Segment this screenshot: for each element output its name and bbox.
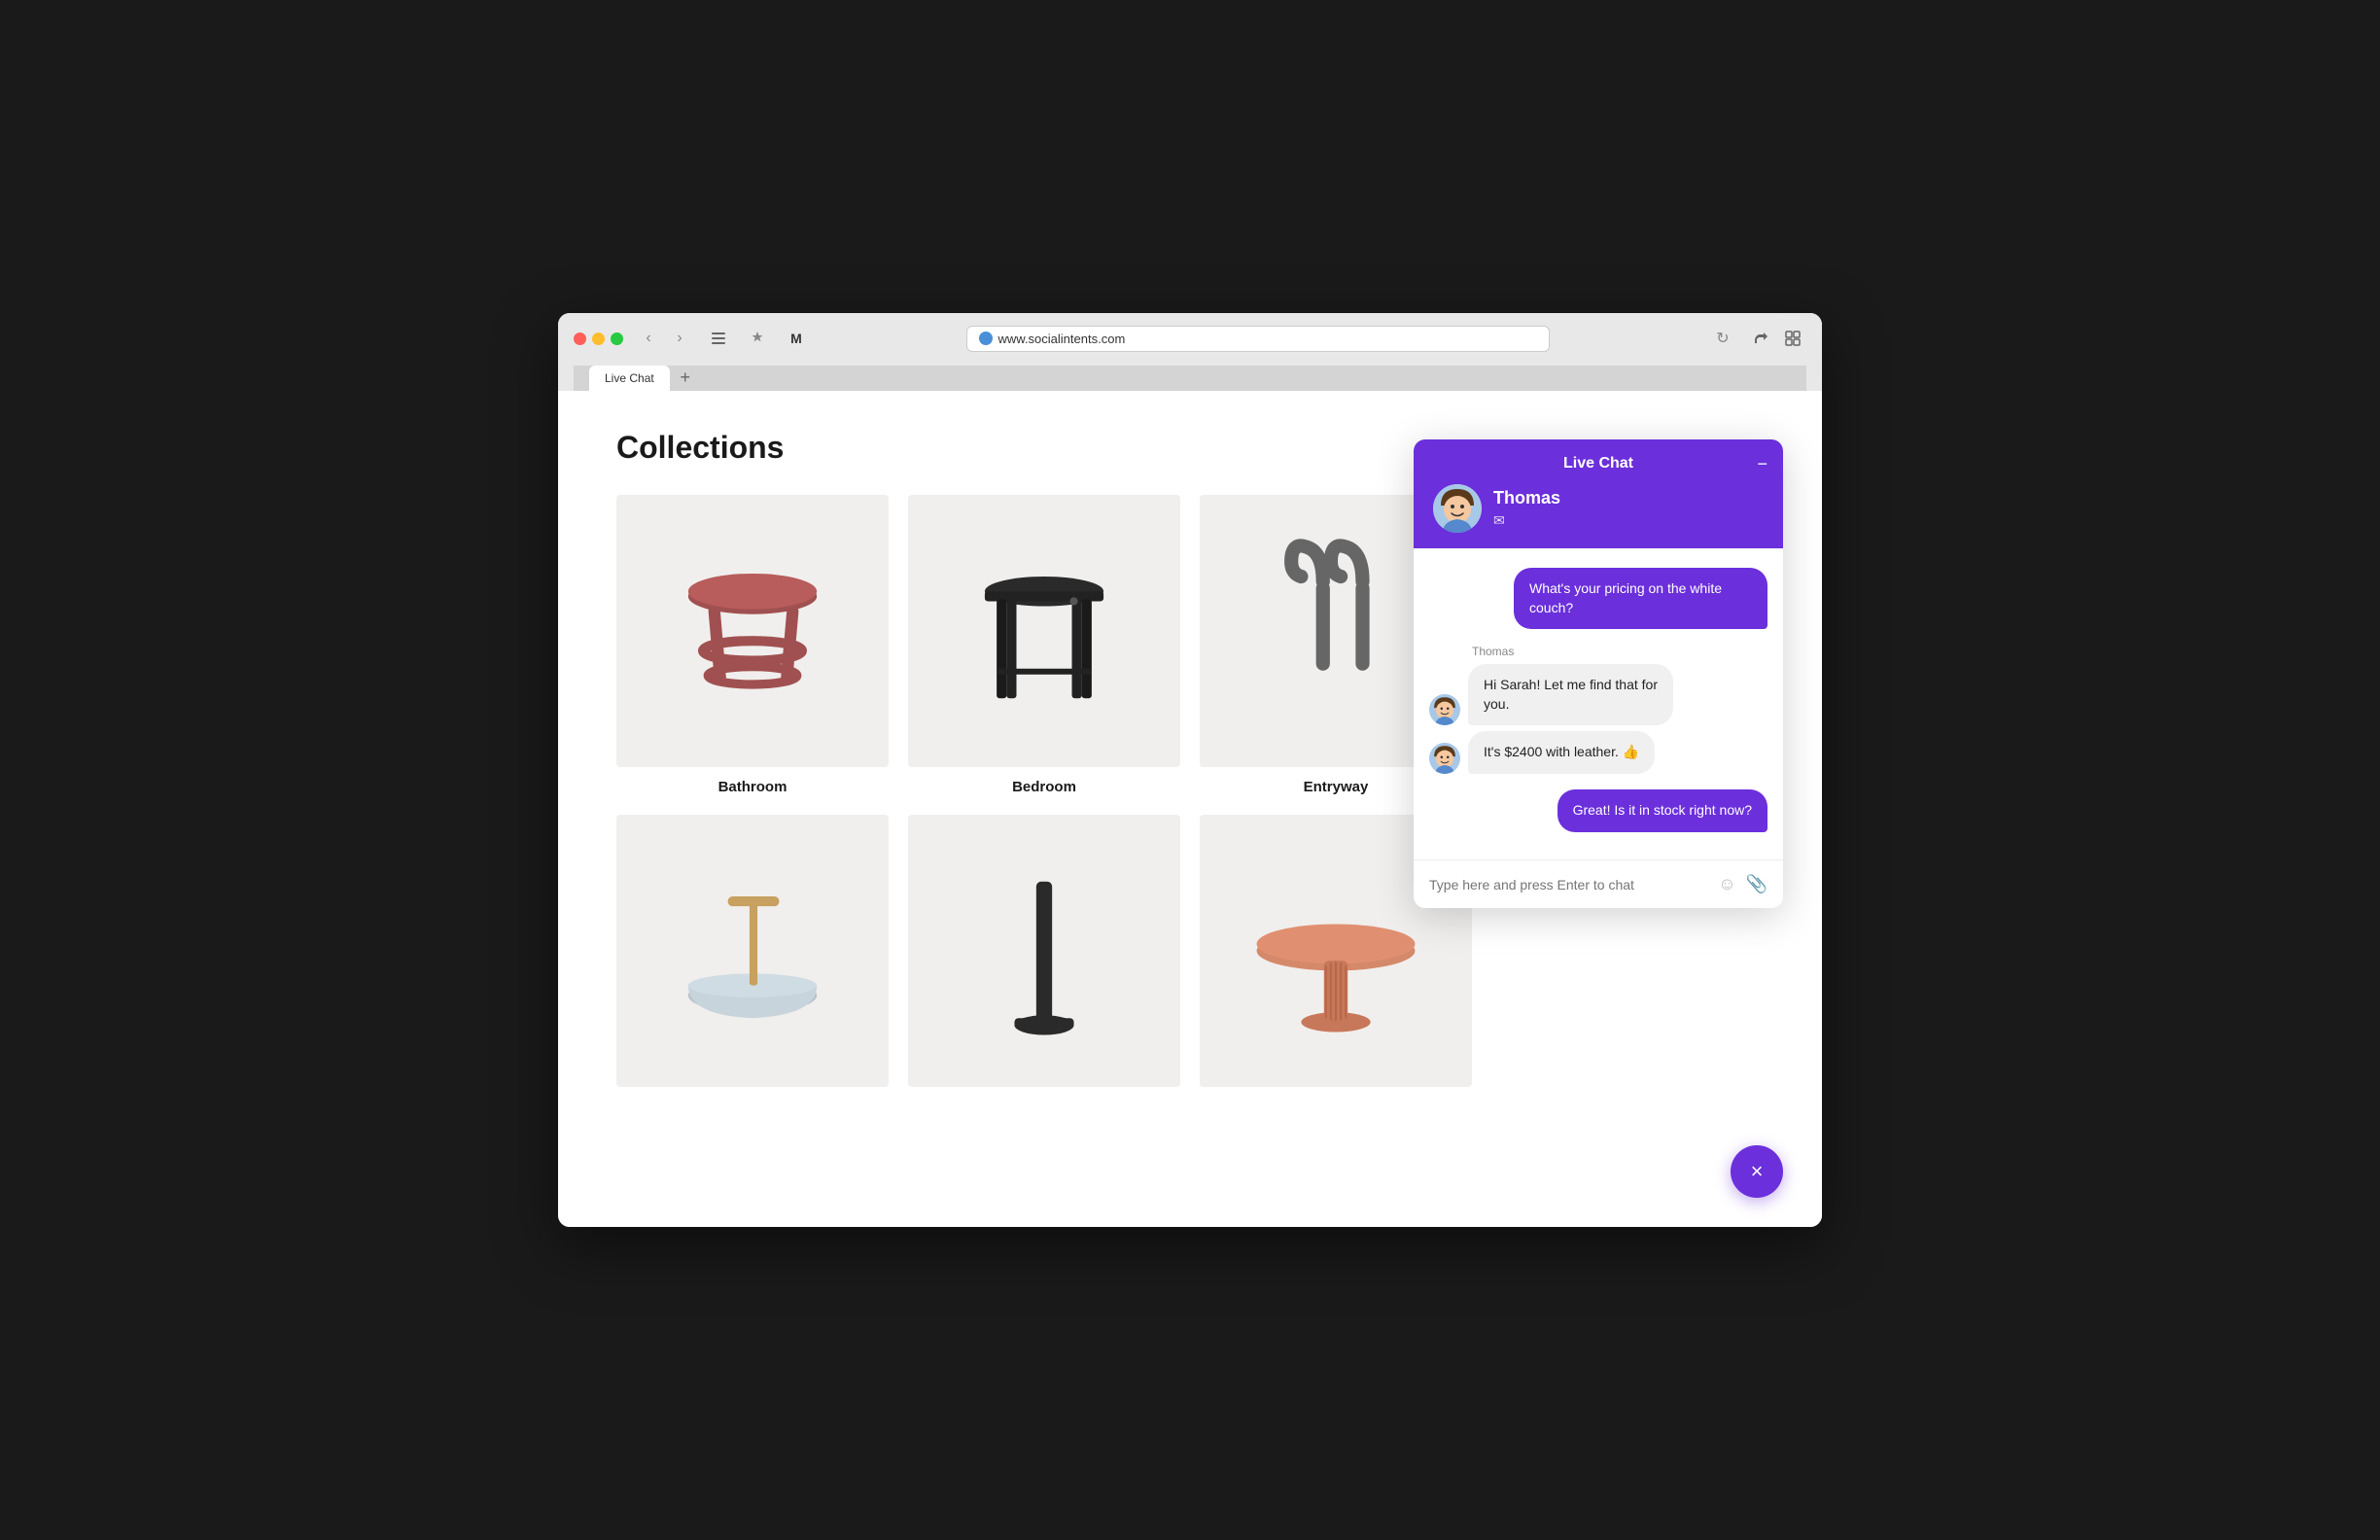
close-button[interactable] — [574, 332, 586, 345]
forward-button[interactable]: › — [666, 325, 693, 352]
product-grid: Bathroom — [616, 495, 1472, 1099]
address-bar[interactable]: www.socialintents.com — [966, 326, 1550, 352]
product-image-bathroom — [616, 495, 889, 767]
chat-title-row: Live Chat − — [1433, 455, 1764, 472]
email-icon: ✉ — [1493, 512, 1560, 529]
product-card-organizer[interactable] — [616, 815, 889, 1099]
back-button[interactable]: ‹ — [635, 325, 662, 352]
message-text: What's your pricing on the white couch? — [1529, 580, 1722, 615]
chat-message-outgoing-1: What's your pricing on the white couch? — [1514, 568, 1768, 629]
agent-name: Thomas — [1493, 488, 1560, 508]
message-text: Great! Is it in stock right now? — [1573, 802, 1752, 818]
chat-agent-row: Thomas ✉ — [1433, 484, 1764, 533]
mini-avatar-1 — [1429, 694, 1460, 725]
traffic-lights — [574, 332, 623, 345]
incoming-with-avatar-1: Hi Sarah! Let me find that for you. — [1429, 664, 1702, 725]
chat-close-button[interactable]: × — [1731, 1145, 1783, 1198]
chat-messages: What's your pricing on the white couch? … — [1414, 548, 1783, 859]
tab-title: Live Chat — [605, 371, 654, 385]
chat-header: Live Chat − — [1414, 439, 1783, 548]
mini-avatar-2 — [1429, 743, 1460, 774]
chat-minimize-button[interactable]: − — [1757, 455, 1768, 472]
m-button[interactable]: M — [783, 325, 810, 352]
chat-incoming-group: Thomas — [1429, 645, 1702, 774]
new-tab-tile-button[interactable] — [1779, 325, 1806, 352]
address-bar-container: www.socialintents.com ↻ — [822, 325, 1736, 352]
minimize-button[interactable] — [592, 332, 605, 345]
chat-message-incoming-2: It's $2400 with leather. 👍 — [1468, 731, 1655, 774]
agent-avatar — [1433, 484, 1482, 533]
globe-icon — [979, 332, 993, 345]
chat-message-outgoing-2: Great! Is it in stock right now? — [1558, 789, 1768, 832]
product-card-pole[interactable] — [908, 815, 1180, 1099]
sidebar-toggle-button[interactable] — [705, 325, 732, 352]
chat-title: Live Chat — [1563, 455, 1633, 472]
attachment-icon[interactable]: 📎 — [1746, 874, 1768, 894]
page-content: Collections — [558, 391, 1822, 1227]
product-name-bathroom: Bathroom — [718, 779, 788, 795]
message-text: It's $2400 with leather. 👍 — [1484, 744, 1639, 759]
toolbar-right — [1748, 325, 1806, 352]
message-text: Hi Sarah! Let me find that for you. — [1484, 677, 1658, 712]
chat-widget: Live Chat − — [1414, 439, 1783, 908]
title-bar: ‹ › M www. — [558, 313, 1822, 391]
tab-bar: Live Chat + — [574, 366, 1806, 391]
incoming-with-avatar-2: It's $2400 with leather. 👍 — [1429, 731, 1702, 774]
product-image-bedroom — [908, 495, 1180, 767]
product-image-pole — [908, 815, 1180, 1087]
chat-input-field[interactable] — [1429, 877, 1708, 892]
agent-info: Thomas ✉ — [1493, 488, 1560, 529]
url-text: www.socialintents.com — [998, 332, 1126, 346]
product-name-bedroom: Bedroom — [1012, 779, 1076, 795]
emoji-icon[interactable]: ☺ — [1718, 874, 1735, 894]
chat-input-area: ☺ 📎 — [1414, 859, 1783, 908]
new-tab-button[interactable]: + — [674, 366, 697, 389]
browser-window: ‹ › M www. — [558, 313, 1822, 1227]
product-card-bathroom[interactable]: Bathroom — [616, 495, 889, 795]
active-tab[interactable]: Live Chat — [589, 366, 670, 391]
product-card-bedroom[interactable]: Bedroom — [908, 495, 1180, 795]
product-name-entryway: Entryway — [1304, 779, 1369, 795]
nav-buttons: ‹ › — [635, 325, 693, 352]
maximize-button[interactable] — [611, 332, 623, 345]
share-button[interactable] — [1748, 325, 1775, 352]
agent-label: Thomas — [1472, 645, 1702, 658]
pin-button[interactable] — [744, 325, 771, 352]
chat-message-incoming-1: Hi Sarah! Let me find that for you. — [1468, 664, 1673, 725]
product-image-organizer — [616, 815, 889, 1087]
close-icon: × — [1751, 1159, 1764, 1184]
reload-button[interactable]: ↻ — [1709, 325, 1736, 352]
